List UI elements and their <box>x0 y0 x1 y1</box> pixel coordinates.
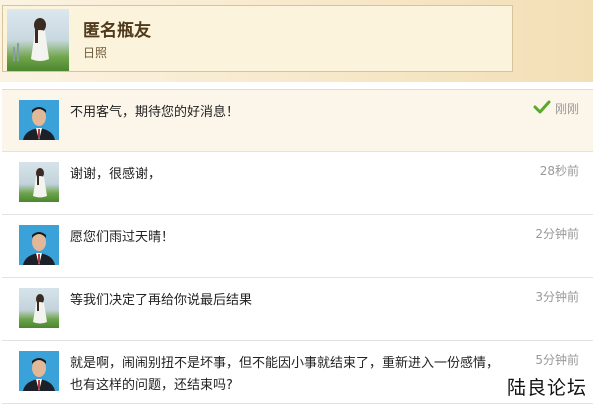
message-row[interactable]: 等我们决定了再给你说最后结果 3分钟前 <box>2 278 593 341</box>
man-avatar-icon <box>19 225 59 265</box>
man-avatar-icon <box>19 351 59 391</box>
girl-avatar-icon <box>33 168 47 198</box>
man-avatar-icon <box>19 100 59 140</box>
message-time: 28秒前 <box>539 164 579 178</box>
message-text: 就是啊，闹闹别扭不是坏事，但不能因小事就结束了，重新进入一份感情，也有这样的问题… <box>70 356 500 393</box>
message-row[interactable]: 就是啊，闹闹别扭不是坏事，但不能因小事就结束了，重新进入一份感情，也有这样的问题… <box>2 341 593 404</box>
girl-avatar-icon <box>33 294 47 324</box>
message-list: 不用客气，期待您的好消息！ 刚刚 谢谢，很感谢， 28秒前 愿您们雨过天晴！ 2… <box>2 89 593 404</box>
avatar[interactable] <box>19 162 59 202</box>
message-row[interactable]: 不用客气，期待您的好消息！ 刚刚 <box>2 89 593 152</box>
message-text: 愿您们雨过天晴！ <box>70 230 175 245</box>
avatar[interactable] <box>19 225 59 265</box>
message-time: 3分钟前 <box>535 290 579 304</box>
watermark: 陆良论坛 <box>506 377 587 399</box>
avatar[interactable] <box>19 100 59 140</box>
message-text: 谢谢，很感谢， <box>70 167 162 182</box>
avatar[interactable] <box>19 288 59 328</box>
message-time: 5分钟前 <box>535 353 579 367</box>
profile-avatar[interactable] <box>7 9 69 71</box>
profile-name: 匿名瓶友 <box>83 21 151 41</box>
profile-card[interactable]: 匿名瓶友 日照 <box>2 5 513 72</box>
message-row[interactable]: 愿您们雨过天晴！ 2分钟前 <box>2 215 593 278</box>
message-time: 2分钟前 <box>535 227 579 241</box>
girl-avatar-icon <box>13 18 49 61</box>
message-text: 不用客气，期待您的好消息！ <box>70 105 240 120</box>
message-time: 刚刚 <box>554 102 579 116</box>
check-icon <box>533 100 551 114</box>
avatar[interactable] <box>19 351 59 391</box>
message-text: 等我们决定了再给你说最后结果 <box>70 293 253 308</box>
profile-location: 日照 <box>83 46 108 60</box>
message-row[interactable]: 谢谢，很感谢， 28秒前 <box>2 152 593 215</box>
